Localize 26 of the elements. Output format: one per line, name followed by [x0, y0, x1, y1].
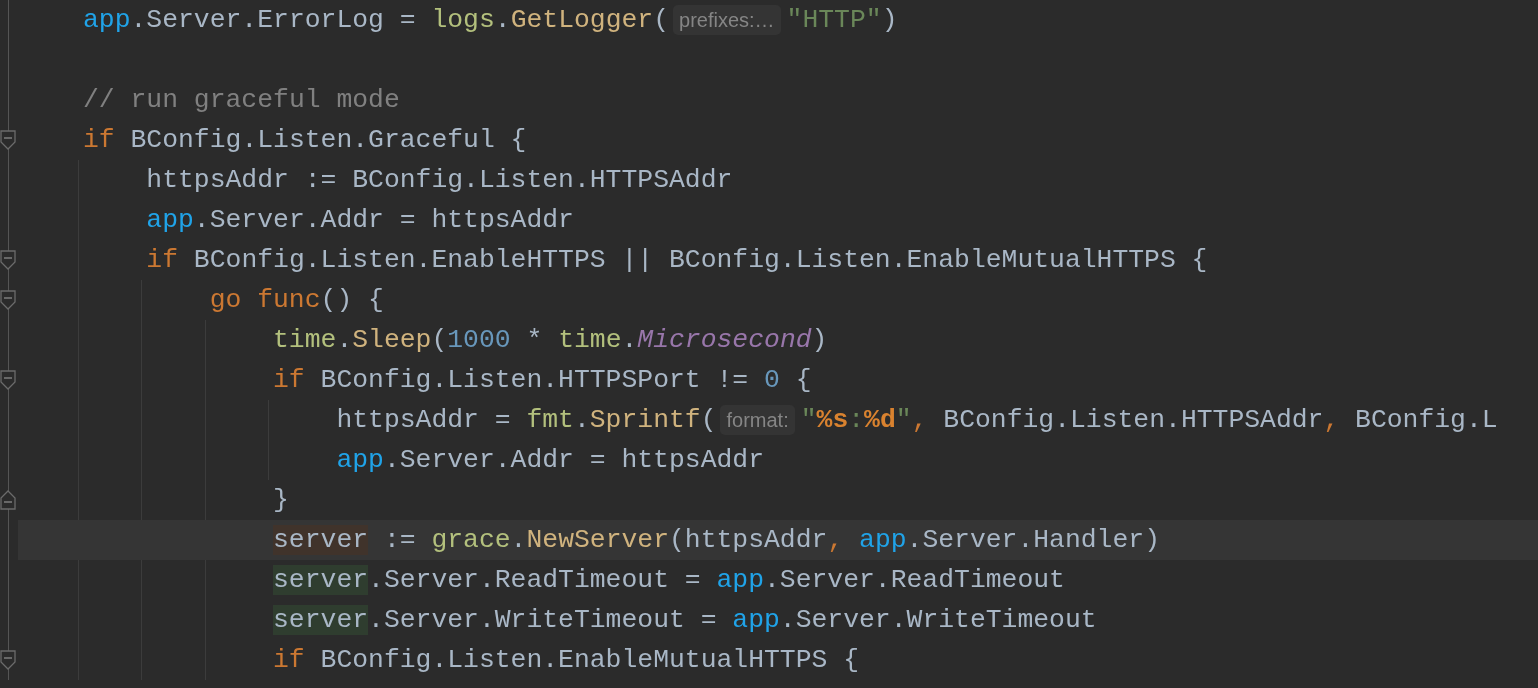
code-text: server.Server.WriteTimeout = app.Server.WriteTimeout: [273, 604, 1097, 637]
code-text: app.Server.ErrorLog = logs.GetLogger(: [83, 4, 669, 37]
parameter-hint: format:: [720, 405, 795, 435]
code-text: app.Server.Addr = httpsAddr: [146, 204, 574, 237]
fold-marker-icon[interactable]: [0, 650, 16, 670]
code-text: // run graceful mode: [83, 84, 400, 117]
code-text: app.Server.Addr = httpsAddr: [336, 444, 764, 477]
code-text: if BConfig.Listen.EnableHTTPS || BConfig.Listen.EnableMutualHTTPS {: [146, 244, 1208, 277]
code-text: if BConfig.Listen.Graceful {: [83, 124, 527, 157]
fold-marker-icon[interactable]: [0, 250, 16, 270]
code-text: time.Sleep(1000 * time.Microsecond): [273, 324, 828, 357]
code-text: }: [273, 484, 289, 517]
code-text: "HTTP"): [786, 4, 898, 37]
code-text: go func() {: [209, 284, 384, 317]
fold-marker-icon[interactable]: [0, 130, 16, 150]
code-text: if BConfig.Listen.HTTPSPort != 0 {: [273, 364, 812, 397]
fold-marker-icon[interactable]: [0, 370, 16, 390]
code-text: httpsAddr := BConfig.Listen.HTTPSAddr: [146, 164, 733, 197]
code-text: server.Server.ReadTimeout = app.Server.ReadTimeout: [273, 564, 1065, 597]
code-text: "%s:%d", BConfig.Listen.HTTPSAddr, BConfig.L: [800, 404, 1498, 437]
code-text: server := grace.NewServer(httpsAddr, app.Server.Handler): [273, 524, 1160, 557]
fold-marker-icon[interactable]: [0, 490, 16, 510]
code-text: if BConfig.Listen.EnableMutualHTTPS {: [273, 644, 859, 677]
code-text: httpsAddr = fmt.Sprintf(: [336, 404, 717, 437]
parameter-hint: prefixes:…: [673, 5, 781, 35]
fold-marker-icon[interactable]: [0, 290, 16, 310]
